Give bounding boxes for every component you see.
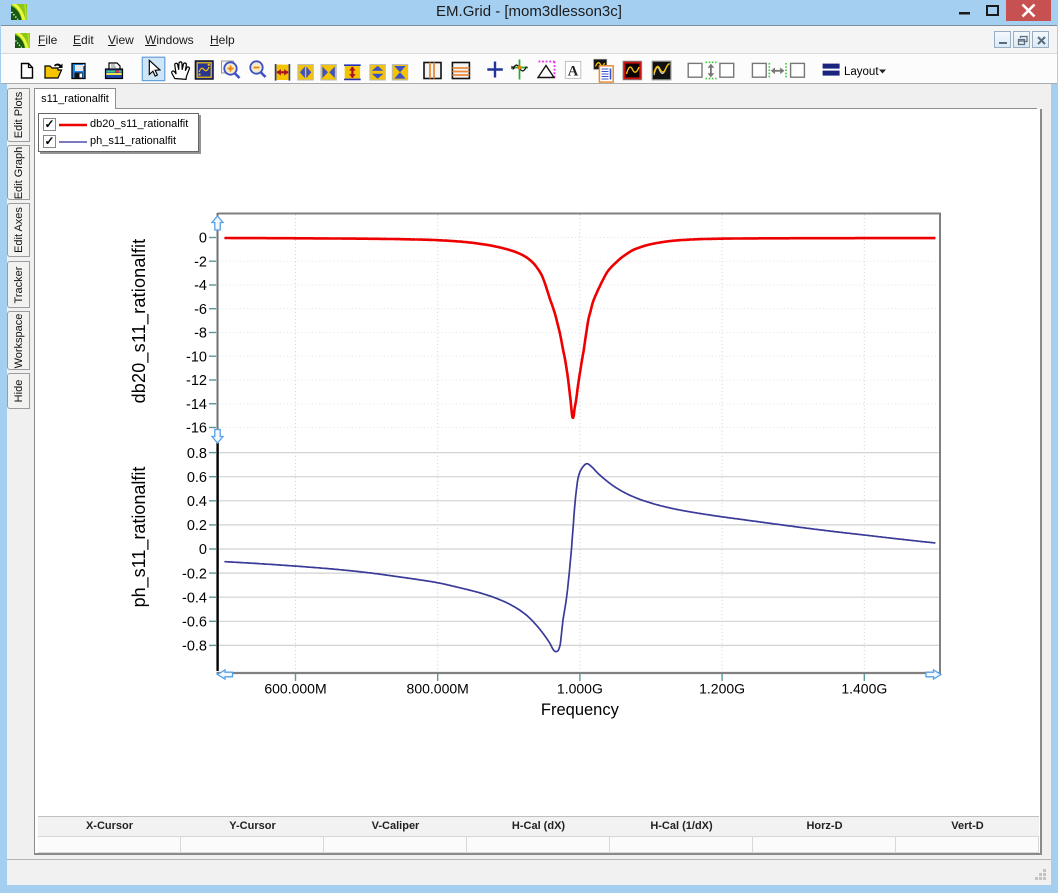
svg-text:0.6: 0.6: [187, 470, 207, 486]
svg-text:0.8: 0.8: [187, 446, 207, 462]
svg-text:800.000M: 800.000M: [407, 681, 469, 697]
svg-text:1.000G: 1.000G: [557, 681, 603, 697]
svg-text:0: 0: [199, 542, 207, 558]
svg-text:-0.4: -0.4: [182, 590, 207, 606]
svg-text:A: A: [568, 64, 579, 80]
svg-text:Frequency: Frequency: [541, 701, 620, 719]
svg-text:600.000M: 600.000M: [264, 681, 326, 697]
svg-text:0: 0: [199, 231, 207, 247]
svg-text:-10: -10: [186, 349, 207, 365]
svg-text:db20_s11_rationalfit: db20_s11_rationalfit: [129, 239, 150, 404]
svg-text:0.4: 0.4: [187, 494, 207, 510]
svg-text:-6: -6: [194, 302, 207, 318]
svg-text:ph_s11_rationalfit: ph_s11_rationalfit: [129, 467, 150, 608]
svg-text:-4: -4: [194, 278, 207, 294]
svg-text:-8: -8: [194, 326, 207, 342]
svg-text:-16: -16: [186, 421, 207, 437]
svg-text:0.2: 0.2: [187, 518, 207, 534]
svg-text:-0.8: -0.8: [182, 639, 207, 655]
svg-text:-12: -12: [186, 373, 207, 389]
svg-text:-0.6: -0.6: [182, 615, 207, 631]
svg-text:-14: -14: [186, 397, 207, 413]
svg-text:1.400G: 1.400G: [841, 681, 887, 697]
svg-text:Layout: Layout: [844, 66, 879, 78]
svg-text:-2: -2: [194, 254, 207, 270]
svg-text:-0.2: -0.2: [182, 566, 207, 582]
svg-text:1.200G: 1.200G: [699, 681, 745, 697]
